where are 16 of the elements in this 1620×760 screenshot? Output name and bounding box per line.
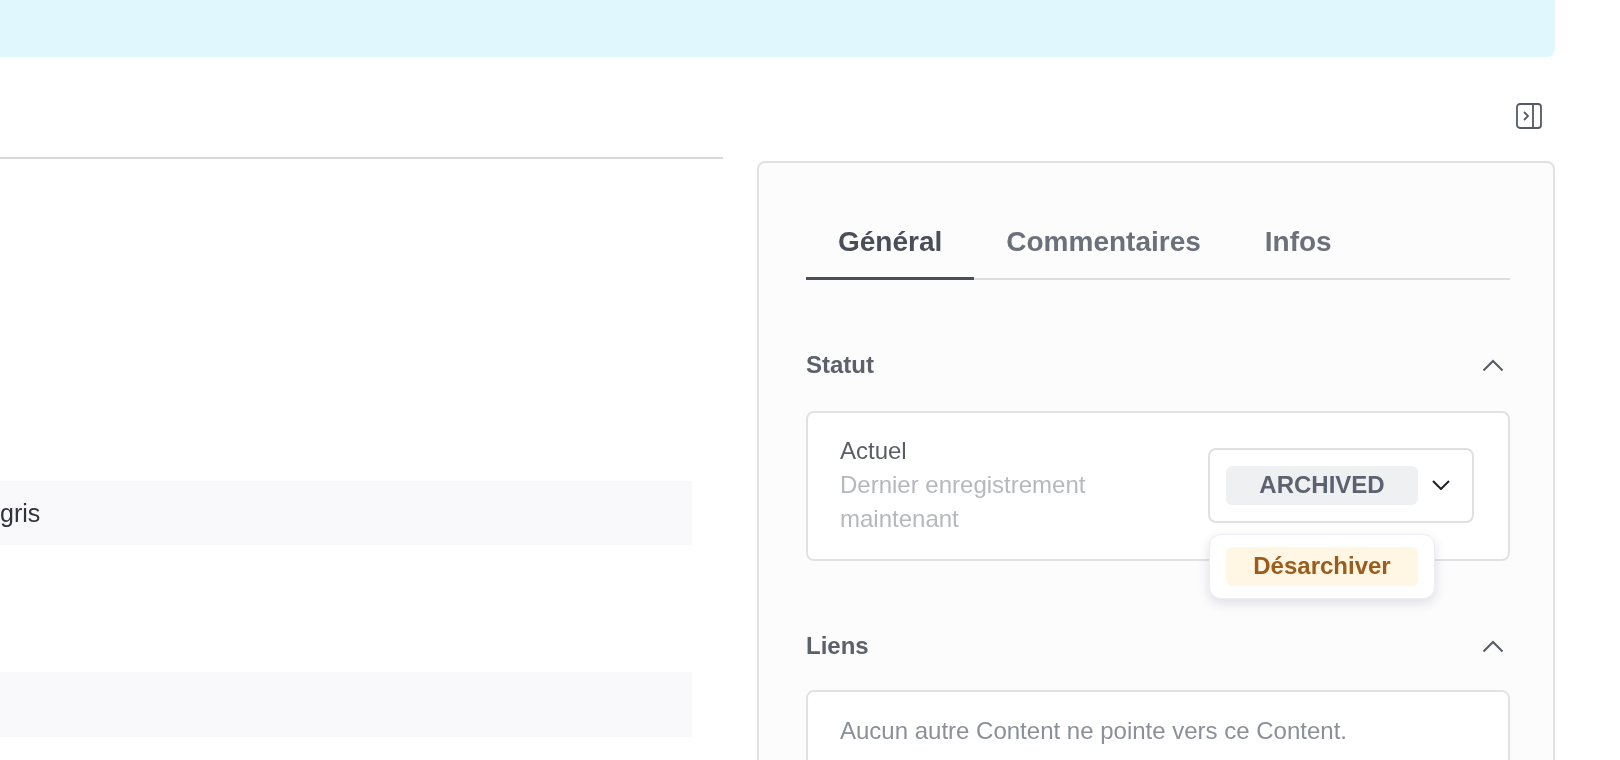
- cell-text: gris: [0, 498, 41, 529]
- section-title: Statut: [806, 350, 874, 380]
- menu-item[interactable]: Désarchiver: [1226, 546, 1418, 586]
- status-dropdown[interactable]: ARCHIVED: [1208, 447, 1474, 523]
- section-title: Liens: [806, 631, 869, 661]
- empty-message: Aucun autre Content ne pointe vers ce Content.: [840, 717, 1347, 744]
- chevron-down-icon: [1432, 480, 1450, 490]
- panel-toggle-icon[interactable]: [1516, 103, 1542, 129]
- status-badge: ARCHIVED: [1226, 465, 1418, 505]
- tab[interactable]: Commentaires: [974, 222, 1233, 280]
- chevron-up-icon[interactable]: [1482, 358, 1504, 372]
- tab[interactable]: Infos: [1232, 222, 1364, 280]
- chevron-up-icon[interactable]: [1482, 639, 1504, 653]
- tab[interactable]: Général: [806, 222, 975, 280]
- save-hint: Dernier enregistrement maintenant: [840, 470, 1087, 534]
- status-label: Actuel: [840, 436, 908, 466]
